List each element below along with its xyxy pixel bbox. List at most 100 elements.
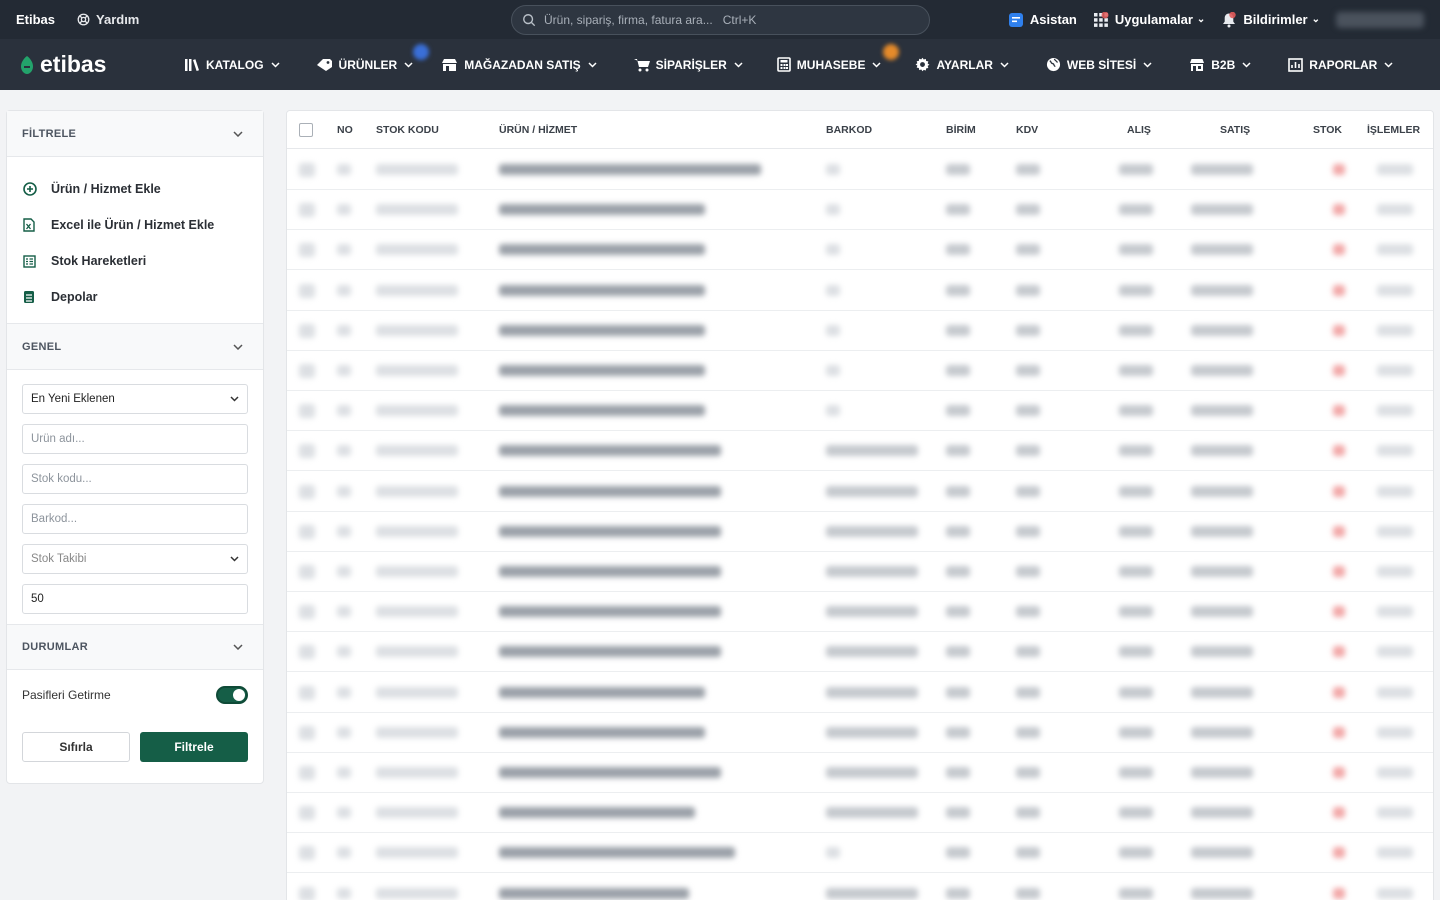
add-product-link[interactable]: Ürün / Hizmet Ekle — [7, 171, 263, 207]
row-actions[interactable] — [1377, 324, 1413, 336]
row-checkbox[interactable] — [299, 886, 315, 900]
user-menu[interactable] — [1336, 11, 1424, 28]
product-name-cell[interactable] — [499, 365, 705, 376]
row-checkbox[interactable] — [299, 323, 315, 338]
row-checkbox[interactable] — [299, 203, 315, 218]
nav-urunler[interactable]: ÜRÜNLER — [316, 39, 429, 90]
row-actions[interactable] — [1377, 284, 1413, 296]
table-row[interactable] — [287, 512, 1433, 552]
col-unit[interactable]: BİRİM — [946, 124, 976, 136]
table-row[interactable] — [287, 391, 1433, 432]
col-stock-code[interactable]: STOK KODU — [376, 124, 439, 136]
row-actions[interactable] — [1377, 566, 1413, 577]
row-actions[interactable] — [1377, 606, 1413, 618]
table-row[interactable] — [287, 833, 1433, 874]
row-actions[interactable] — [1377, 204, 1413, 216]
nav-katalog[interactable]: KATALOG — [184, 39, 280, 90]
col-sale[interactable]: SATIŞ — [1220, 124, 1250, 136]
row-checkbox[interactable] — [299, 766, 315, 780]
assistant-button[interactable]: Asistan — [1008, 12, 1077, 28]
filter-section-header[interactable]: FİLTRELE — [7, 111, 263, 157]
table-row[interactable] — [287, 874, 1433, 900]
table-row[interactable] — [287, 552, 1433, 592]
col-product[interactable]: ÜRÜN / HİZMET — [499, 124, 577, 136]
row-actions[interactable] — [1377, 525, 1413, 537]
row-checkbox[interactable] — [299, 444, 315, 459]
table-row[interactable] — [287, 190, 1433, 231]
table-row[interactable] — [287, 351, 1433, 391]
row-actions[interactable] — [1377, 847, 1413, 859]
table-row[interactable] — [287, 673, 1433, 713]
row-actions[interactable] — [1377, 365, 1413, 376]
row-actions[interactable] — [1377, 887, 1413, 899]
table-row[interactable] — [287, 753, 1433, 793]
col-barcode[interactable]: BARKOD — [826, 124, 872, 136]
table-row[interactable] — [287, 230, 1433, 271]
row-actions[interactable] — [1377, 807, 1413, 819]
product-name-input[interactable] — [31, 433, 239, 445]
product-name-cell[interactable] — [499, 525, 721, 537]
row-actions[interactable] — [1377, 445, 1413, 457]
product-name-cell[interactable] — [499, 284, 705, 296]
stock-tracking-select[interactable]: Stok Takibi — [22, 544, 248, 574]
nav-siparisler[interactable]: SİPARİŞLER — [633, 39, 743, 90]
row-checkbox[interactable] — [299, 243, 315, 258]
table-row[interactable] — [287, 793, 1433, 834]
nav-ayarlar[interactable]: AYARLAR — [915, 39, 1009, 90]
row-checkbox[interactable] — [299, 846, 315, 861]
general-section-header[interactable]: GENEL — [7, 324, 263, 370]
row-checkbox[interactable] — [299, 163, 315, 177]
product-name-cell[interactable] — [499, 807, 695, 819]
barcode-input[interactable] — [31, 513, 239, 525]
row-actions[interactable] — [1377, 164, 1413, 175]
stock-code-input[interactable] — [31, 473, 239, 485]
product-name-cell[interactable] — [499, 324, 705, 336]
global-search[interactable]: Ürün, sipariş, firma, fatura ara... Ctrl… — [511, 5, 930, 35]
product-name-cell[interactable] — [499, 164, 761, 175]
product-name-cell[interactable] — [499, 566, 721, 577]
filter-button[interactable]: Filtrele — [140, 732, 248, 762]
product-name-cell[interactable] — [499, 686, 705, 698]
apps-menu[interactable]: Uygulamalar ⌄ — [1093, 11, 1205, 28]
product-name-cell[interactable] — [499, 847, 735, 859]
brand-name[interactable]: Etibas — [16, 12, 55, 27]
nav-magazadan-satis[interactable]: MAĞAZADAN SATIŞ — [441, 39, 597, 90]
table-row[interactable] — [287, 713, 1433, 753]
row-checkbox[interactable] — [299, 806, 315, 821]
row-actions[interactable] — [1377, 726, 1413, 738]
passive-toggle[interactable] — [216, 686, 248, 704]
status-section-header[interactable]: DURUMLAR — [7, 624, 263, 670]
row-actions[interactable] — [1377, 767, 1413, 778]
row-actions[interactable] — [1377, 405, 1413, 417]
col-no[interactable]: NO — [337, 124, 353, 136]
product-name-cell[interactable] — [499, 726, 705, 738]
reset-button[interactable]: Sıfırla — [22, 732, 130, 762]
table-row[interactable] — [287, 592, 1433, 633]
row-checkbox[interactable] — [299, 645, 315, 660]
row-checkbox[interactable] — [299, 685, 315, 700]
table-row[interactable] — [287, 150, 1433, 190]
row-checkbox[interactable] — [299, 605, 315, 620]
table-row[interactable] — [287, 472, 1433, 512]
help-link[interactable]: Yardım — [77, 12, 139, 27]
nav-web-sitesi[interactable]: WEB SİTESİ — [1046, 39, 1152, 90]
row-actions[interactable] — [1377, 646, 1413, 658]
stock-movements-link[interactable]: Stok Hareketleri — [7, 243, 263, 279]
nav-muhasebe[interactable]: MUHASEBE — [776, 39, 899, 90]
row-checkbox[interactable] — [299, 725, 315, 740]
row-checkbox[interactable] — [299, 484, 315, 499]
select-all-checkbox[interactable] — [299, 123, 313, 137]
col-purchase[interactable]: ALIŞ — [1127, 124, 1151, 136]
product-name-cell[interactable] — [499, 204, 705, 216]
product-name-cell[interactable] — [499, 606, 721, 618]
row-actions[interactable] — [1377, 485, 1413, 497]
row-actions[interactable] — [1377, 244, 1413, 256]
warehouses-link[interactable]: Depolar — [7, 279, 263, 315]
product-name-cell[interactable] — [499, 646, 721, 658]
nav-raporlar[interactable]: RAPORLAR — [1288, 39, 1393, 90]
row-actions[interactable] — [1377, 686, 1413, 698]
table-row[interactable] — [287, 311, 1433, 351]
page-size-input[interactable] — [31, 593, 239, 605]
table-row[interactable] — [287, 632, 1433, 673]
etibas-logo[interactable]: etibas — [20, 51, 163, 78]
